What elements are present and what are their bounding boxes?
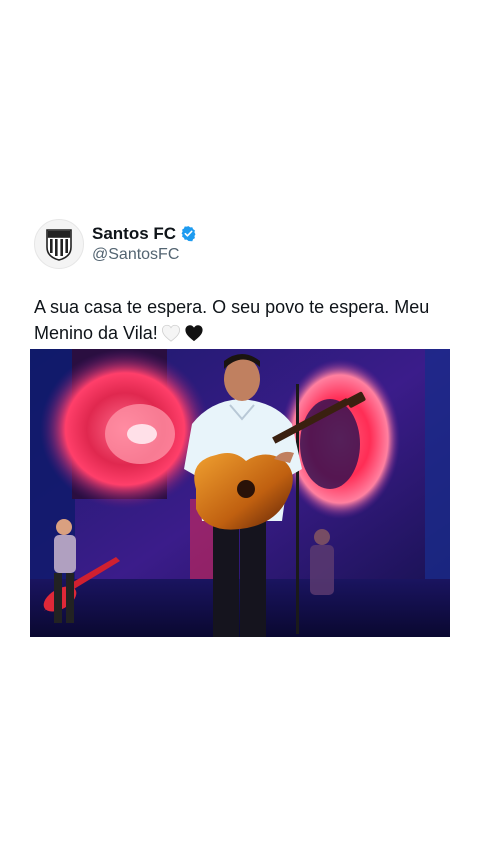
avatar[interactable] — [34, 219, 84, 269]
santos-crest-icon — [46, 229, 72, 261]
tweet-card: Santos FC @SantosFC A sua casa te espera… — [34, 218, 450, 346]
user-handle[interactable]: @SantosFC — [92, 244, 197, 265]
black-heart-icon — [185, 325, 203, 342]
white-heart-icon — [161, 324, 180, 342]
verified-badge-icon — [181, 226, 196, 242]
name-row: Santos FC — [92, 223, 197, 244]
concert-video-frame — [30, 349, 450, 637]
tweet-text: A sua casa te espera. O seu povo te espe… — [34, 294, 446, 346]
tweet-header: Santos FC @SantosFC — [34, 218, 450, 270]
tweet-body: A sua casa te espera. O seu povo te espe… — [34, 297, 430, 343]
tweet-video[interactable] — [30, 349, 450, 637]
display-name[interactable]: Santos FC — [92, 223, 176, 244]
user-info: Santos FC @SantosFC — [92, 223, 197, 265]
